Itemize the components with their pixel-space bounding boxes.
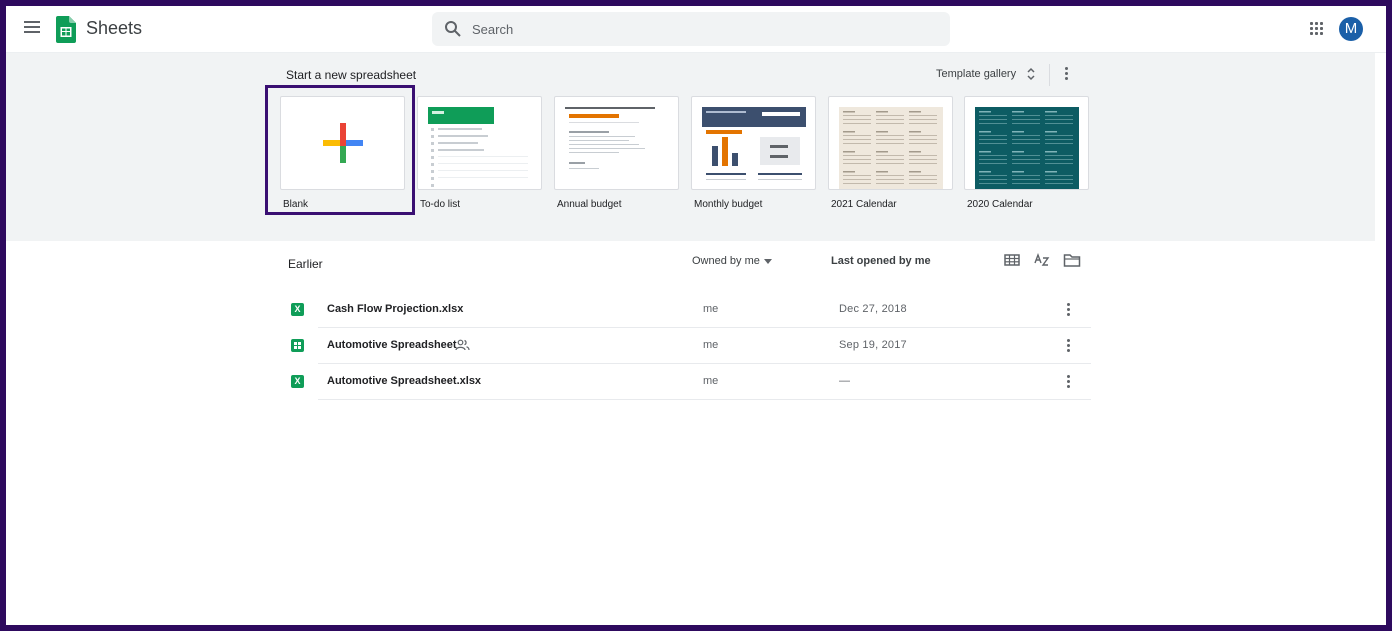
file-more-options-icon[interactable]: [1062, 337, 1074, 355]
top-bar: Sheets M: [6, 6, 1386, 53]
file-owner: me: [703, 303, 719, 315]
template-thumbnail[interactable]: [691, 96, 816, 190]
template-thumbnail[interactable]: [280, 96, 405, 190]
search-icon[interactable]: [444, 20, 462, 38]
template-label: To-do list: [420, 199, 461, 210]
file-last-opened: Dec 27, 2018: [839, 303, 907, 315]
template-label: 2021 Calendar: [831, 199, 897, 210]
template-monthly-budget[interactable]: Monthly budget: [691, 96, 816, 210]
calendar-preview-icon: [839, 107, 943, 189]
template-label: 2020 Calendar: [967, 199, 1033, 210]
template-blank[interactable]: Blank: [280, 96, 405, 210]
account-avatar[interactable]: M: [1339, 17, 1363, 41]
file-row[interactable]: X Automotive Spreadsheet.xlsx me —: [286, 364, 1091, 400]
template-thumbnail[interactable]: [554, 96, 679, 190]
divider: [1049, 64, 1050, 86]
file-row[interactable]: Automotive Spreadsheet me Sep 19, 2017: [286, 328, 1091, 364]
sort-az-icon[interactable]: [1032, 251, 1052, 269]
template-label: Annual budget: [557, 199, 622, 210]
template-annual-budget[interactable]: Annual budget: [554, 96, 679, 210]
excel-icon: X: [291, 375, 304, 388]
template-thumbnail[interactable]: [828, 96, 953, 190]
excel-icon: X: [291, 303, 304, 316]
template-thumbnail[interactable]: [417, 96, 542, 190]
file-last-opened: Sep 19, 2017: [839, 339, 907, 351]
file-owner: me: [703, 339, 719, 351]
files-section-title: Earlier: [288, 257, 323, 271]
annual-budget-preview-icon: [565, 107, 655, 169]
file-name: Automotive Spreadsheet.xlsx: [327, 375, 482, 387]
file-owner: me: [703, 375, 719, 387]
template-heading: Start a new spreadsheet: [286, 68, 417, 82]
template-2020-calendar[interactable]: 2020 Calendar: [964, 96, 1089, 210]
plus-icon: [323, 123, 363, 163]
file-name: Automotive Spreadsheet: [327, 339, 457, 351]
google-apps-icon[interactable]: [1309, 21, 1325, 37]
row-divider: [318, 399, 1091, 400]
owner-filter-dropdown[interactable]: Owned by me: [692, 255, 760, 267]
shared-people-icon: [455, 339, 470, 351]
template-todo-list[interactable]: To-do list: [417, 96, 542, 210]
folder-picker-icon[interactable]: [1062, 251, 1082, 269]
sheets-icon: [291, 339, 304, 352]
template-label: Blank: [283, 199, 309, 210]
app-window: Sheets M Start a new spreadsheet Templat…: [6, 6, 1386, 625]
file-more-options-icon[interactable]: [1062, 373, 1074, 391]
main-menu-icon[interactable]: [21, 18, 43, 40]
file-last-opened: —: [839, 375, 851, 387]
sheets-logo-icon[interactable]: [56, 16, 76, 43]
template-section: Start a new spreadsheet Template gallery…: [6, 53, 1375, 241]
file-name: Cash Flow Projection.xlsx: [327, 303, 464, 315]
template-gallery-button[interactable]: Template gallery: [936, 68, 1016, 80]
template-thumbnail[interactable]: [964, 96, 1089, 190]
file-more-options-icon[interactable]: [1062, 301, 1074, 319]
search-input[interactable]: [472, 12, 932, 46]
todo-preview-icon: [428, 107, 528, 187]
search-bar[interactable]: [432, 12, 950, 46]
template-2021-calendar[interactable]: 2021 Calendar: [828, 96, 953, 210]
expand-collapse-icon[interactable]: [1025, 67, 1037, 81]
sort-by-last-opened[interactable]: Last opened by me: [831, 255, 931, 267]
file-row[interactable]: X Cash Flow Projection.xlsx me Dec 27, 2…: [286, 292, 1091, 328]
list-view-icon[interactable]: [1002, 251, 1022, 269]
calendar-preview-icon: [975, 107, 1079, 189]
app-title[interactable]: Sheets: [86, 18, 142, 39]
template-label: Monthly budget: [694, 199, 763, 210]
dropdown-caret-icon[interactable]: [764, 259, 772, 264]
more-options-icon[interactable]: [1059, 65, 1073, 83]
monthly-budget-preview-icon: [702, 107, 806, 180]
